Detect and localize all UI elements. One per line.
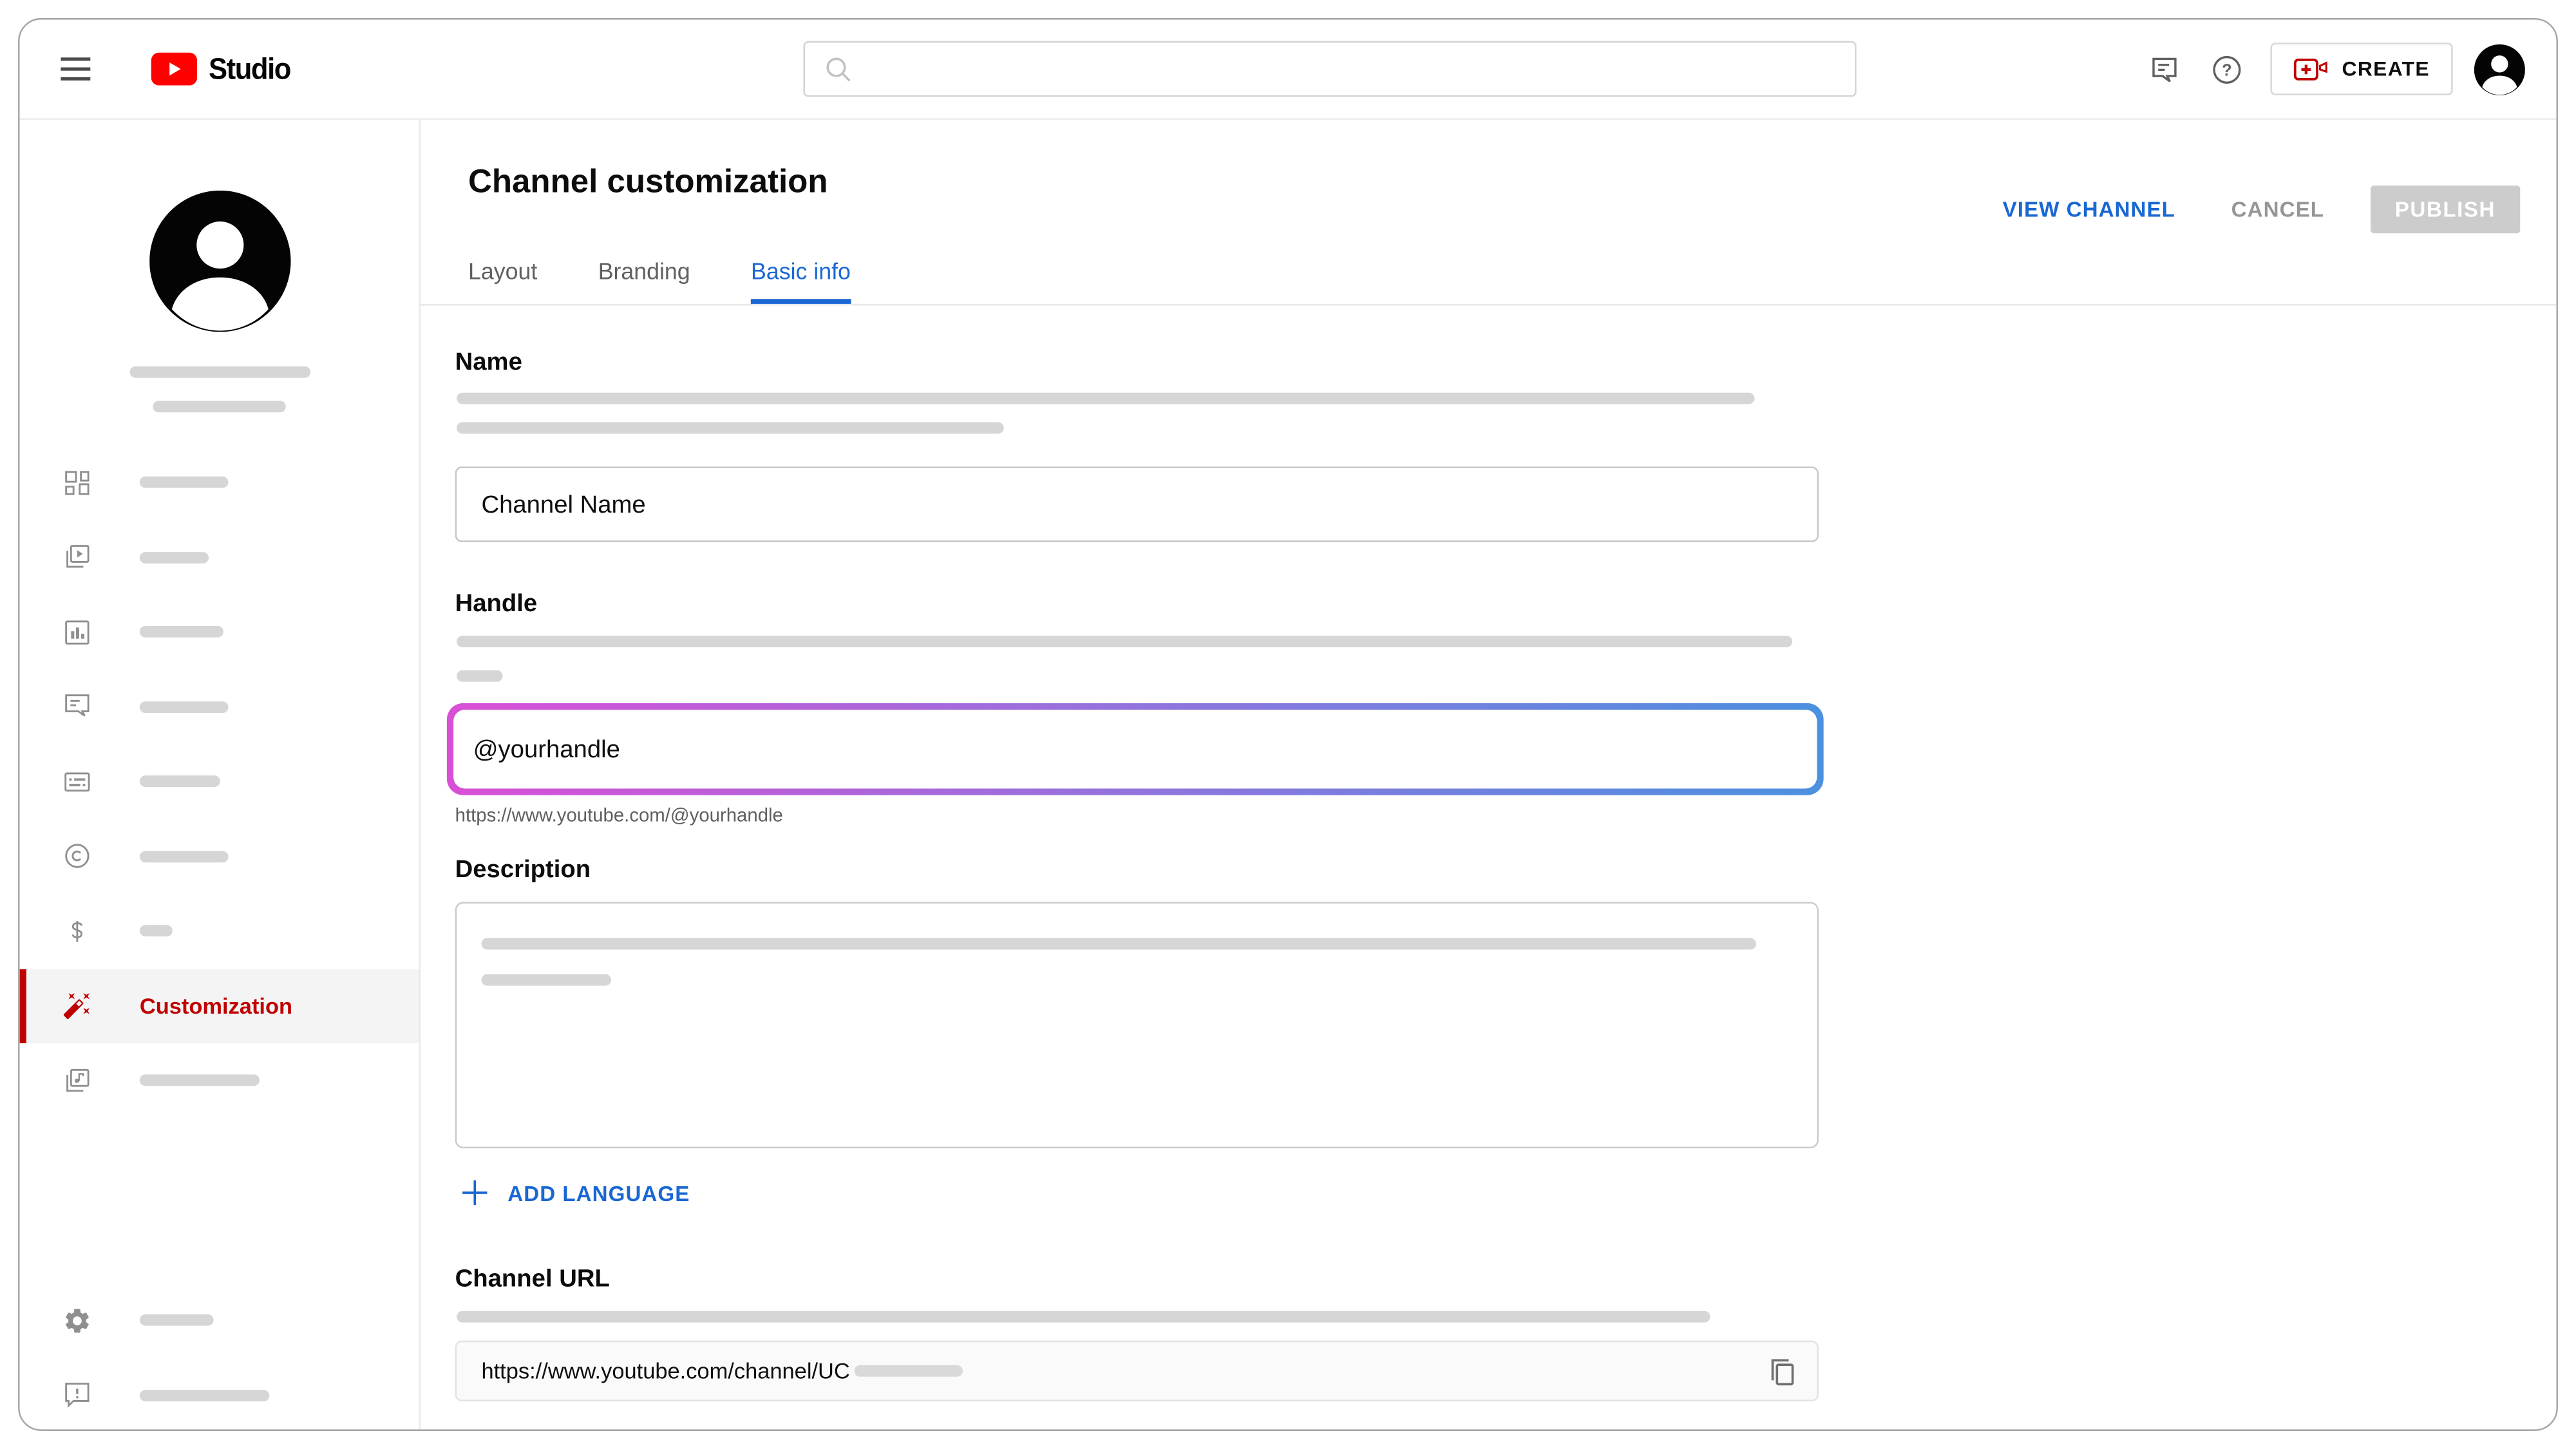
logo-text: Studio <box>208 52 291 85</box>
placeholder-bar <box>139 701 229 713</box>
feedback-icon[interactable] <box>2148 53 2179 84</box>
placeholder-bar <box>139 850 229 862</box>
create-video-icon <box>2293 57 2327 80</box>
tab-divider <box>421 303 2557 306</box>
sidebar-menu: Customization <box>19 445 419 1118</box>
placeholder-bar <box>457 422 1004 434</box>
channel-avatar-icon[interactable] <box>148 190 290 332</box>
send-feedback-icon <box>65 1383 90 1408</box>
plus-icon <box>462 1180 488 1206</box>
tab-branding[interactable]: Branding <box>598 258 690 304</box>
channel-url-field: https://www.youtube.com/channel/UC <box>455 1340 1819 1402</box>
placeholder-bar <box>139 1075 260 1086</box>
publish-button[interactable]: PUBLISH <box>2370 185 2521 234</box>
sidebar-item-audio-library[interactable] <box>20 1043 419 1118</box>
search-box[interactable] <box>803 41 1857 97</box>
cancel-button[interactable]: CANCEL <box>2221 196 2334 223</box>
monetization-icon <box>71 920 83 942</box>
placeholder-bar <box>457 636 1793 648</box>
tab-layout[interactable]: Layout <box>468 258 537 304</box>
channel-url-value: https://www.youtube.com/channel/UC <box>481 1358 850 1383</box>
sidebar-footer-menu <box>20 1283 419 1429</box>
placeholder-bar <box>457 670 503 682</box>
header-actions: VIEW CHANNEL CANCEL PUBLISH <box>1993 185 2521 234</box>
comments-icon <box>65 694 90 717</box>
placeholder-bar <box>457 1311 1710 1323</box>
sidebar-item-copyright[interactable] <box>20 819 419 894</box>
channel-name-input[interactable] <box>455 466 1819 542</box>
add-language-button[interactable]: ADD LANGUAGE <box>460 1178 690 1208</box>
topbar-right: ? CREATE <box>2148 20 2525 118</box>
view-channel-button[interactable]: VIEW CHANNEL <box>1993 196 2185 223</box>
subtitles-icon <box>64 772 90 791</box>
placeholder-bar <box>457 392 1755 404</box>
sidebar-item-subtitles[interactable] <box>20 744 419 819</box>
topbar: Studio ? CREATE <box>19 19 2557 120</box>
add-language-label: ADD LANGUAGE <box>507 1180 690 1206</box>
youtube-play-icon <box>151 52 198 86</box>
customization-wand-icon <box>63 993 90 1019</box>
dashboard-icon <box>65 470 90 495</box>
tab-basic-info[interactable]: Basic info <box>751 258 851 304</box>
search-icon <box>826 57 851 82</box>
placeholder-bar <box>139 477 229 489</box>
description-label: Description <box>455 856 591 884</box>
handle-input-focus-ring <box>446 703 1824 795</box>
content-icon <box>66 545 90 569</box>
sidebar-item-settings[interactable] <box>20 1283 419 1358</box>
placeholder-bar <box>139 925 173 937</box>
placeholder-bar <box>139 626 223 638</box>
youtube-studio-logo[interactable]: Studio <box>151 52 295 86</box>
settings-gear-icon <box>66 1309 89 1332</box>
tab-bar: Layout Branding Basic info <box>468 258 851 304</box>
sidebar-item-analytics[interactable] <box>20 594 419 669</box>
analytics-icon <box>65 620 90 645</box>
placeholder-bar <box>481 938 1757 950</box>
main-content: Channel customization VIEW CHANNEL CANCE… <box>421 120 2557 1430</box>
sidebar-item-customization[interactable]: Customization <box>19 968 419 1043</box>
placeholder-bar <box>855 1365 963 1377</box>
placeholder-bar <box>139 551 209 564</box>
hamburger-menu-icon[interactable] <box>61 57 91 80</box>
placeholder-bar <box>129 366 311 378</box>
page-title: Channel customization <box>468 164 828 201</box>
channel-url-label: Channel URL <box>455 1265 610 1293</box>
help-icon[interactable]: ? <box>2210 53 2241 84</box>
sidebar-item-monetization[interactable] <box>20 894 419 969</box>
avatar-icon[interactable] <box>2474 43 2525 95</box>
handle-label: Handle <box>455 589 538 618</box>
sidebar-item-dashboard[interactable] <box>20 445 419 520</box>
name-label: Name <box>455 348 522 377</box>
search-input[interactable] <box>866 55 1855 83</box>
svg-text:?: ? <box>2221 61 2231 79</box>
sidebar-item-label: Customization <box>139 993 293 1018</box>
copyright-icon <box>65 844 90 869</box>
description-textarea[interactable] <box>455 902 1819 1149</box>
handle-input[interactable] <box>453 710 1817 789</box>
handle-url-preview: https://www.youtube.com/@yourhandle <box>455 806 783 827</box>
audio-library-icon <box>66 1068 90 1092</box>
placeholder-bar <box>139 1389 270 1401</box>
copy-icon <box>1771 1359 1794 1386</box>
body-row: Customization Channel customization VIEW… <box>19 120 2557 1430</box>
copy-button[interactable] <box>1766 1356 1797 1387</box>
youtube-studio-app: Studio ? CREATE Customization Channel cu… <box>0 0 2576 1449</box>
sidebar-item-send-feedback[interactable] <box>20 1358 419 1429</box>
create-label: CREATE <box>2342 57 2430 80</box>
placeholder-bar <box>139 1314 214 1327</box>
create-button[interactable]: CREATE <box>2269 43 2453 95</box>
app-window: Studio ? CREATE Customization Channel cu… <box>18 18 2558 1431</box>
sidebar-item-content[interactable] <box>20 520 419 594</box>
placeholder-bar <box>153 401 286 413</box>
placeholder-bar <box>139 775 220 788</box>
placeholder-bar <box>481 974 611 986</box>
sidebar: Customization <box>19 120 421 1430</box>
sidebar-item-comments[interactable] <box>20 670 419 744</box>
